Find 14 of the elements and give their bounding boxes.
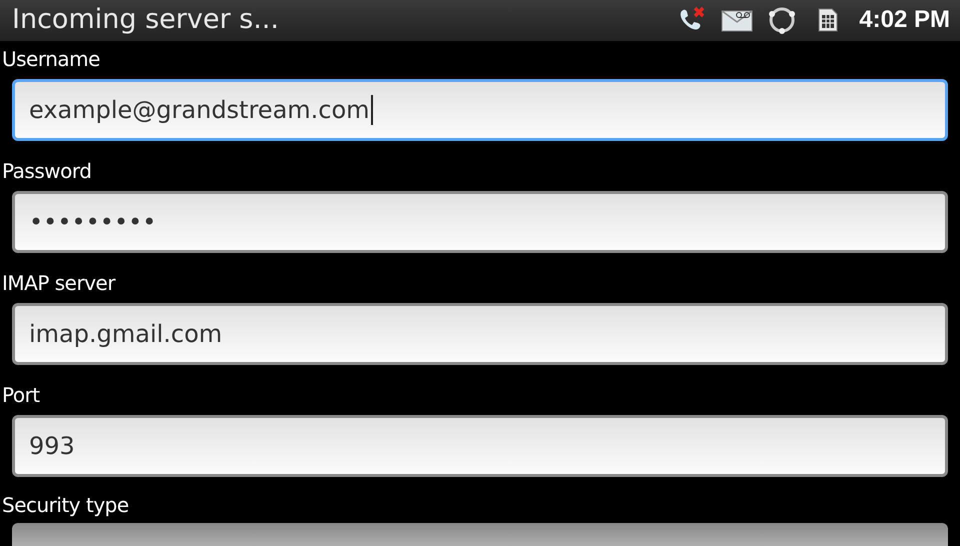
field-label: Port [1, 382, 41, 406]
screen-title: Incoming server s... [12, 3, 280, 37]
text-cursor [370, 94, 373, 124]
input-field[interactable]: example@grandstream.com [12, 78, 948, 140]
sim-card-icon [817, 7, 840, 34]
input-field[interactable]: imap.gmail.com [12, 302, 948, 364]
input-field[interactable]: 993 [12, 414, 948, 476]
field-label: IMAP server [1, 270, 117, 294]
input-field[interactable]: ••••••••• [12, 190, 948, 252]
field-label: Username [1, 46, 101, 70]
sync-circle-icon [767, 5, 798, 36]
clock-time: 4:02 PM [859, 5, 950, 36]
field-label: Password [1, 158, 92, 182]
field-label: Security type [1, 492, 130, 516]
